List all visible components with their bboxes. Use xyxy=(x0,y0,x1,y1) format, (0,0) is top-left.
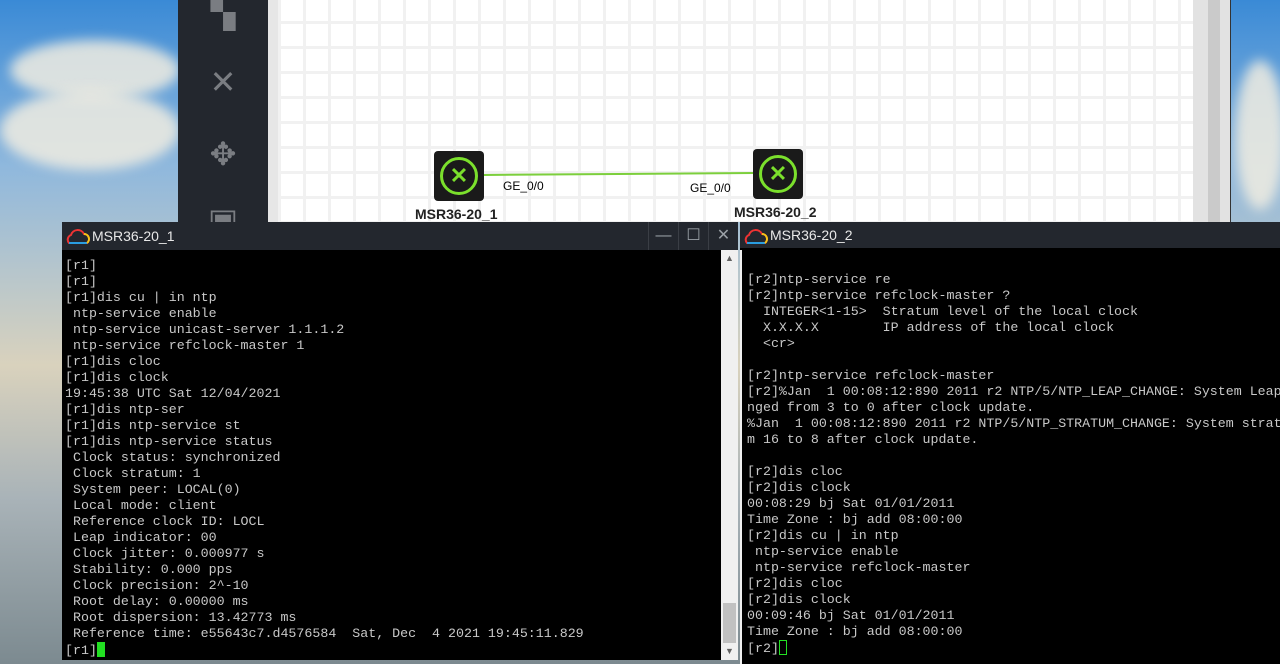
terminal-line: [r1]dis cloc xyxy=(65,354,161,369)
terminal-line: X.X.X.X IP address of the local clock xyxy=(747,320,1115,335)
terminal-line: Time Zone : bj add 08:00:00 xyxy=(747,512,963,527)
terminal-line: ntp-service enable xyxy=(65,306,217,321)
text-cursor xyxy=(96,642,105,657)
terminal-line: [r1] xyxy=(65,258,97,273)
terminal-title: MSR36-20_1 xyxy=(92,228,175,244)
terminal-line: ntp-service unicast-server 1.1.1.2 xyxy=(65,322,345,337)
move-icon[interactable]: ✥ xyxy=(203,134,243,174)
cloud-logo-icon xyxy=(744,229,768,244)
terminal-line: %Jan 1 00:08:12:890 2011 r2 NTP/5/NTP_ST… xyxy=(747,416,1280,431)
cloud-logo-icon xyxy=(66,229,90,244)
terminal-line: [r2]dis clock xyxy=(747,592,851,607)
scrollbar-thumb[interactable] xyxy=(723,603,736,643)
device-sidebar: ▚ ✕ ✥ ▣ xyxy=(178,0,268,238)
terminal-line: Root dispersion: 13.42773 ms xyxy=(65,610,297,625)
terminal-line: Leap indicator: 00 xyxy=(65,530,217,545)
canvas-scrollbar[interactable] xyxy=(1193,0,1231,222)
terminal-line: Time Zone : bj add 08:00:00 xyxy=(747,624,963,639)
terminal-output[interactable]: [r2]ntp-service re [r2]ntp-service refclo… xyxy=(740,250,1280,664)
switch-icon[interactable]: ▚ xyxy=(203,0,243,32)
router-node-2[interactable]: ✕ xyxy=(753,149,803,199)
terminal-line: <cr> xyxy=(747,336,795,351)
terminal-line: [r2]dis clock xyxy=(747,480,851,495)
text-cursor xyxy=(778,640,787,655)
terminal-scrollbar[interactable]: ▲ ▼ xyxy=(721,250,738,660)
terminal-line: [r1] xyxy=(65,274,97,289)
terminal-line: [r2]ntp-service refclock-master ? xyxy=(747,288,1011,303)
port-label: GE_0/0 xyxy=(503,179,544,193)
prompt: [r1] xyxy=(65,643,97,658)
terminal-line: 19:45:38 UTC Sat 12/04/2021 xyxy=(65,386,281,401)
terminal-line: [r2]dis cu | in ntp xyxy=(747,528,899,543)
terminal-window-1[interactable]: MSR36-20_1 — ☐ ✕ [r1] [r1] [r1]dis cu | in… xyxy=(62,222,738,660)
close-button[interactable]: ✕ xyxy=(708,222,738,250)
terminal-title: MSR36-20_2 xyxy=(770,227,853,243)
terminal-titlebar[interactable]: MSR36-20_1 — ☐ ✕ xyxy=(62,222,738,250)
node-label: MSR36-20_1 xyxy=(415,206,498,222)
terminal-line: Clock status: synchronized xyxy=(65,450,281,465)
terminal-line: nged from 3 to 0 after clock update. xyxy=(747,400,1035,415)
terminal-titlebar[interactable]: MSR36-20_2 xyxy=(740,222,1280,248)
router-icon: ✕ xyxy=(440,157,478,195)
terminal-prompt-line[interactable]: [r1] xyxy=(65,642,738,658)
terminal-line: [r1]dis clock xyxy=(65,370,169,385)
port-label: GE_0/0 xyxy=(690,181,731,195)
prompt: [r2] xyxy=(747,641,779,656)
scroll-up-icon[interactable]: ▲ xyxy=(721,250,738,267)
terminal-line: [r1]dis ntp-service status xyxy=(65,434,273,449)
minimize-button[interactable]: — xyxy=(648,222,678,250)
terminal-line: 00:09:46 bj Sat 01/01/2011 xyxy=(747,608,955,623)
terminal-line: [r1]dis ntp-service st xyxy=(65,418,241,433)
router-icon: ✕ xyxy=(759,155,797,193)
scroll-down-icon[interactable]: ▼ xyxy=(721,643,738,660)
terminal-line: System peer: LOCAL(0) xyxy=(65,482,241,497)
terminal-line: [r1]dis cu | in ntp xyxy=(65,290,217,305)
terminal-line: INTEGER<1-15> Stratum level of the local… xyxy=(747,304,1138,319)
terminal-prompt-line[interactable]: [r2] xyxy=(747,640,1280,656)
terminal-line: ntp-service refclock-master 1 xyxy=(65,338,305,353)
terminal-line: Reference clock ID: LOCL xyxy=(65,514,265,529)
terminal-line: ntp-service refclock-master xyxy=(747,560,971,575)
terminal-line: Root delay: 0.00000 ms xyxy=(65,594,249,609)
maximize-button[interactable]: ☐ xyxy=(678,222,708,250)
terminal-line: [r2]dis cloc xyxy=(747,464,843,479)
terminal-line: Reference time: e55643c7.d4576584 Sat, D… xyxy=(65,626,584,641)
terminal-line: Clock stratum: 1 xyxy=(65,466,201,481)
terminal-line: [r1]dis ntp-ser xyxy=(65,402,185,417)
terminal-line: [r2]dis cloc xyxy=(747,576,843,591)
terminal-line: Stability: 0.000 pps xyxy=(65,562,233,577)
terminal-line: [r2]%Jan 1 00:08:12:890 2011 r2 NTP/5/NT… xyxy=(747,384,1280,399)
terminal-line: Local mode: client xyxy=(65,498,217,513)
terminal-line: m 16 to 8 after clock update. xyxy=(747,432,979,447)
terminal-line: [r2]ntp-service re xyxy=(747,272,891,287)
terminal-line: Clock jitter: 0.000977 s xyxy=(65,546,265,561)
terminal-line: ntp-service enable xyxy=(747,544,899,559)
terminal-line: [r2]ntp-service refclock-master xyxy=(747,368,995,383)
terminal-window-2[interactable]: MSR36-20_2 [r2]ntp-service re [r2]ntp-ser… xyxy=(740,222,1280,664)
router-node-1[interactable]: ✕ xyxy=(434,151,484,201)
router-icon[interactable]: ✕ xyxy=(203,62,243,102)
node-label: MSR36-20_2 xyxy=(734,204,817,220)
terminal-line: 00:08:29 bj Sat 01/01/2011 xyxy=(747,496,955,511)
terminal-output[interactable]: [r1] [r1] [r1]dis cu | in ntp ntp-service … xyxy=(62,252,738,660)
terminal-line: Clock precision: 2^-10 xyxy=(65,578,249,593)
